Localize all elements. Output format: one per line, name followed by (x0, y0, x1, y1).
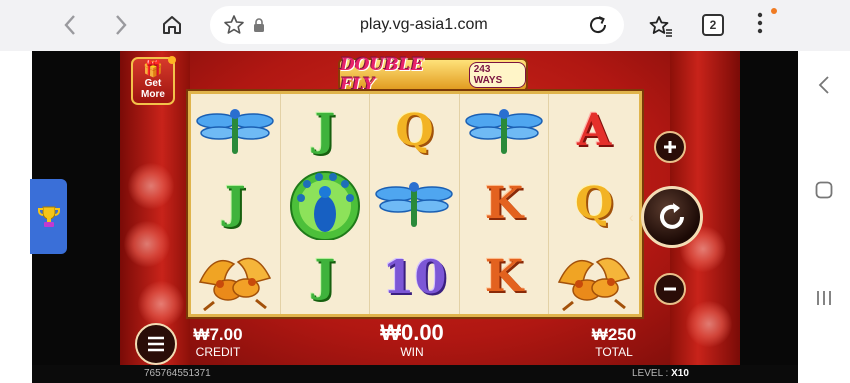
ways-badge: 243 WAYS (468, 62, 526, 88)
game-stage: 🎁 Get More DOUBLE FLY 243 WAYS J Q A J K… (120, 51, 740, 383)
bet-decrease-button[interactable] (654, 273, 686, 305)
trophy-icon (37, 206, 60, 227)
level-indicator: LEVEL : X10 (632, 368, 689, 379)
reel-cell: K (460, 240, 550, 314)
total-value: ₩250 (591, 325, 637, 344)
home-icon (163, 16, 181, 34)
reel-cell: J (191, 167, 281, 241)
browser-toolbar: play.vg-asia1.com 2 (0, 0, 850, 51)
j-symbol: J (314, 251, 336, 303)
chevron-right-icon (116, 15, 127, 35)
reel-cell: Q (370, 94, 460, 168)
birds-symbol (558, 258, 631, 312)
chevron-left-icon (818, 76, 829, 94)
hamburger-icon (148, 336, 164, 352)
menu-button[interactable] (135, 323, 177, 365)
reel-grid: J Q A J K Q J 10 K (188, 91, 642, 317)
a-symbol: A (577, 104, 612, 156)
credit-label: CREDIT (195, 345, 241, 359)
reel-cell (281, 167, 371, 241)
nav-recents-button[interactable] (798, 289, 850, 307)
level-label: LEVEL : (632, 368, 669, 379)
get-more-label-2: More (141, 89, 165, 100)
birds-symbol (199, 258, 272, 312)
total-display: ₩250 TOTAL (580, 325, 648, 359)
home-button[interactable] (157, 10, 187, 40)
peacock-symbol (289, 170, 360, 240)
q-symbol: Q (395, 104, 434, 156)
j-symbol: J (224, 177, 246, 229)
reload-icon (660, 203, 684, 229)
win-label: WIN (400, 345, 424, 359)
gift-icon: 🎁 (143, 61, 163, 78)
footer-bar: 765764551371 LEVEL : X10 (32, 365, 798, 383)
session-id: 765764551371 (144, 368, 211, 379)
reload-icon (590, 16, 607, 34)
dragonfly-symbol (465, 108, 543, 154)
game-title: DOUBLE FLY (340, 55, 424, 95)
total-label: TOTAL (595, 345, 633, 359)
notification-dot (168, 56, 176, 64)
square-icon (815, 181, 833, 199)
tab-switcher-button[interactable]: 2 (702, 14, 724, 36)
chevron-left-icon: ‹ (629, 209, 634, 225)
more-vert-icon[interactable] (757, 12, 763, 34)
get-more-label-1: Get (144, 78, 162, 89)
reload-button[interactable] (586, 13, 610, 37)
trophy-tab-button[interactable] (30, 179, 67, 254)
nav-home-button[interactable] (798, 181, 850, 199)
spin-button[interactable] (641, 186, 703, 248)
url-text[interactable]: play.vg-asia1.com (360, 16, 488, 34)
game-viewport: 🎁 Get More DOUBLE FLY 243 WAYS J Q A J K… (32, 51, 798, 383)
reel-cell: J (281, 94, 371, 168)
reel-cell (370, 167, 460, 241)
system-nav-bar (798, 51, 850, 383)
ten-symbol: 10 (382, 250, 447, 305)
reel-cell: A (549, 94, 639, 167)
reel-cell (549, 241, 639, 314)
plus-icon (664, 141, 676, 153)
dragonfly-symbol (375, 181, 454, 227)
q-symbol: Q (575, 177, 614, 229)
reel-cell (460, 94, 550, 168)
flower-decoration (128, 163, 174, 209)
bookmarks-button[interactable] (648, 13, 674, 39)
notification-dot (771, 8, 777, 14)
address-bar[interactable]: play.vg-asia1.com (210, 6, 624, 44)
star-outline-icon[interactable] (222, 13, 246, 37)
flower-decoration (124, 221, 170, 267)
lock-icon (252, 17, 266, 33)
get-more-button[interactable]: 🎁 Get More (131, 56, 176, 105)
forward-button[interactable] (106, 10, 136, 40)
j-symbol: J (314, 104, 336, 156)
left-margin (0, 51, 32, 383)
k-symbol: K (484, 251, 524, 303)
k-symbol: K (484, 177, 524, 229)
reel-cell: K (460, 167, 550, 241)
win-display: ₩0.00 WIN (372, 320, 452, 360)
bookmark-star-icon (649, 16, 672, 37)
reel-cell: J (281, 240, 371, 314)
win-value: ₩0.00 (380, 320, 444, 345)
recents-icon (817, 291, 831, 305)
chevron-left-icon (64, 15, 75, 35)
credit-display: ₩7.00 CREDIT (192, 325, 244, 359)
reel-cell: Q (549, 167, 639, 240)
reel-cell (191, 94, 281, 168)
credit-value: ₩7.00 (193, 325, 243, 344)
game-title-plaque: DOUBLE FLY 243 WAYS (338, 55, 528, 95)
reel-cell: 10 (370, 240, 460, 314)
minus-icon (664, 287, 676, 291)
reel-cell (191, 240, 281, 314)
level-value: X10 (671, 368, 689, 379)
nav-back-button[interactable] (798, 75, 850, 95)
dragonfly-symbol (196, 108, 275, 154)
bet-increase-button[interactable] (654, 131, 686, 163)
back-button[interactable] (55, 10, 85, 40)
